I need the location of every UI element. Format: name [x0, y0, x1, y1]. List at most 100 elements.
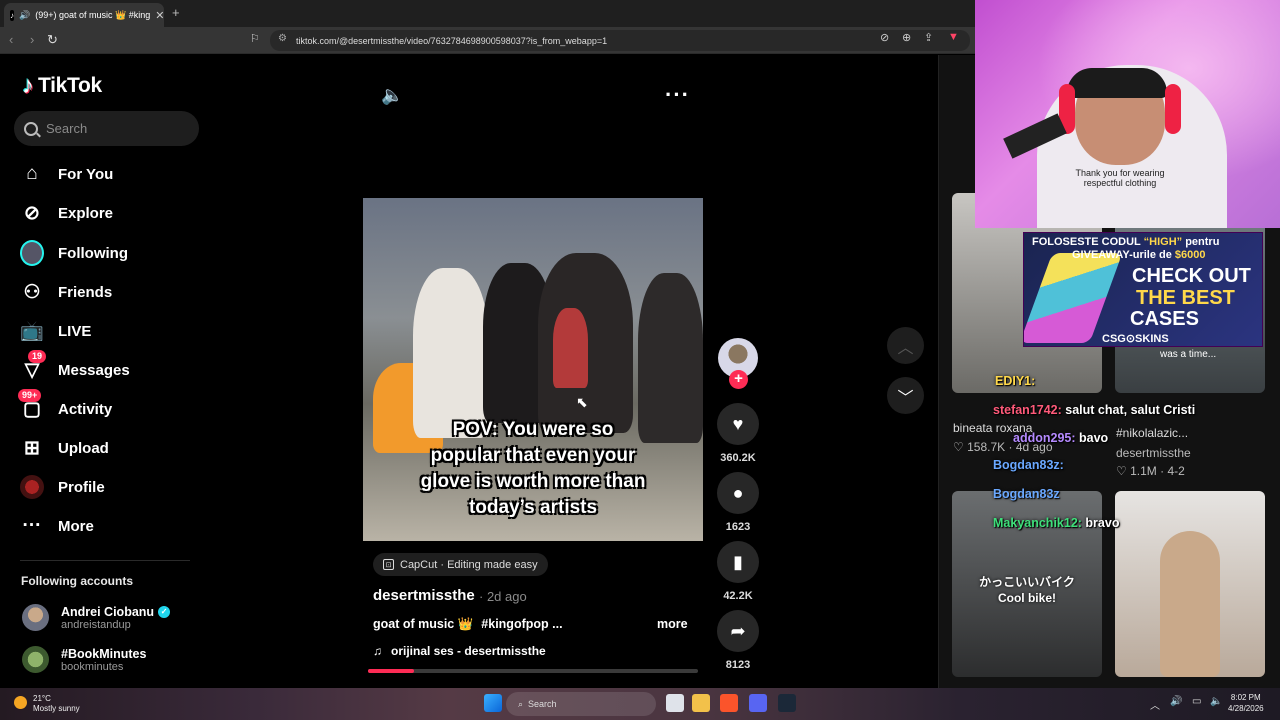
nav-upload[interactable]: ⊞ Upload: [20, 433, 109, 463]
headset-icon: [1165, 84, 1181, 134]
back-icon[interactable]: ‹: [9, 32, 13, 47]
more-dots-icon: ···: [22, 515, 42, 536]
account-item[interactable]: Andrei Ciobanu ✓ andreistandup: [22, 604, 171, 631]
video-figure: [553, 308, 588, 388]
ad-text: FOLOSESTE CODUL: [1032, 236, 1144, 248]
chat-user: stefan1742:: [993, 403, 1062, 417]
steam-icon[interactable]: [778, 694, 796, 712]
nav-following[interactable]: Following: [20, 238, 128, 268]
video-progress-bar[interactable]: [368, 669, 698, 673]
brave-browser-icon[interactable]: [720, 694, 738, 712]
nav-label: LIVE: [58, 322, 92, 340]
tiktok-logo[interactable]: ♪ TikTok: [22, 72, 102, 100]
video-player[interactable]: POV: You were so popular that even your …: [363, 198, 703, 541]
zoom-icon[interactable]: ⊕: [902, 31, 911, 44]
chat-message: Bogdan83z: [993, 487, 1060, 501]
more-options-icon[interactable]: ···: [665, 82, 690, 108]
messages-badge: 19: [28, 350, 47, 363]
ad-text: pentru: [1182, 236, 1220, 248]
tray-chevron-icon[interactable]: ︿: [1150, 697, 1160, 712]
chat-message: stefan1742: salut chat, salut Cristi: [993, 403, 1195, 417]
search-input[interactable]: Search: [14, 111, 199, 146]
chat-text: salut chat, salut Cristi: [1061, 403, 1196, 417]
share-button[interactable]: ➦: [717, 610, 759, 652]
music-link[interactable]: ♫ orijinal ses - desertmissthe: [373, 644, 546, 658]
ad-line-1: FOLOSESTE CODUL “HIGH” pentru: [1032, 236, 1219, 248]
account-item[interactable]: #BookMinutes bookminutes: [22, 646, 146, 673]
nav-label: Messages: [58, 361, 130, 379]
thumb-figure: [1160, 531, 1220, 677]
like-button[interactable]: ♥: [717, 403, 759, 445]
bookmark-icon[interactable]: ⚐: [250, 32, 260, 45]
address-bar[interactable]: ⚙ tiktok.com/@desertmissthe/video/763278…: [270, 30, 970, 51]
video-caption: POV: You were so popular that even your …: [363, 417, 703, 521]
taskbar-search[interactable]: ⌕ Search: [506, 692, 656, 716]
site-info-icon[interactable]: ⚙: [278, 33, 287, 44]
hashtag-link[interactable]: #kingofpop ...: [481, 617, 562, 632]
related-title[interactable]: #nikolalazic...: [1116, 426, 1188, 440]
chat-user: Bogdan83z:: [993, 458, 1064, 472]
ad-headline: THE BEST: [1136, 287, 1235, 309]
weather-widget[interactable]: 21°C Mostly sunny: [14, 694, 80, 714]
bookmark-icon: ▮: [733, 551, 743, 572]
volume-tray-icon[interactable]: 🔊: [1170, 696, 1182, 707]
nav-explore[interactable]: ⊘ Explore: [20, 198, 113, 228]
nav-for-you[interactable]: ⌂ For You: [20, 159, 113, 189]
save-button[interactable]: ▮: [717, 541, 759, 583]
thumb-text: was a time...: [1160, 349, 1217, 360]
nav-live[interactable]: 📺 LIVE: [20, 316, 91, 346]
nav-label: Explore: [58, 204, 114, 222]
nav-friends[interactable]: ⚇ Friends: [20, 277, 112, 307]
nav-more[interactable]: ··· More: [20, 511, 94, 541]
chat-user: EDIY1:: [995, 374, 1036, 388]
network-icon[interactable]: ▭: [1192, 696, 1201, 707]
avatar: [22, 604, 49, 631]
browser-tab[interactable]: ♪ 🔊 (99+) goat of music 👑 #king ✕: [4, 3, 164, 27]
nav-label: Upload: [58, 439, 109, 457]
sun-icon: [14, 696, 27, 709]
file-explorer-icon[interactable]: [692, 694, 710, 712]
ad-line-2: GIVEAWAY-urile de $6000: [1072, 249, 1206, 261]
nav-messages[interactable]: ▽ 19 Messages: [20, 350, 130, 385]
nav-profile[interactable]: Profile: [20, 472, 105, 502]
share-icon[interactable]: ⇪: [924, 31, 933, 44]
next-video-button[interactable]: ﹀: [887, 377, 924, 414]
clock-time: 8:02 PM: [1230, 693, 1261, 702]
volume-icon[interactable]: 🔈: [381, 85, 403, 106]
author-name[interactable]: desertmissthe: [373, 587, 475, 604]
follow-plus-button[interactable]: +: [729, 370, 748, 389]
heart-icon: ♥: [732, 413, 744, 434]
tab-title: (99+) goat of music 👑 #king: [35, 9, 151, 20]
chat-user: Makyanchik12:: [993, 516, 1082, 530]
tab-close-icon[interactable]: ✕: [155, 9, 164, 22]
windows-start-icon[interactable]: [484, 694, 502, 712]
home-icon: ⌂: [26, 163, 38, 184]
mute-icon[interactable]: ⊘: [880, 31, 889, 44]
caption-line: glove is worth more than: [420, 471, 646, 492]
related-video-thumb[interactable]: [1115, 491, 1265, 677]
clock-date: 4/28/2026: [1228, 704, 1264, 713]
account-name: Andrei Ciobanu: [61, 604, 155, 619]
reload-icon[interactable]: ↻: [47, 32, 58, 48]
more-button[interactable]: more: [657, 617, 688, 631]
related-meta: ♡ 1.1M · 4-2: [1116, 464, 1185, 478]
save-count: 42.2K: [723, 590, 753, 602]
caption-line: today’s artists: [468, 497, 598, 518]
discord-icon[interactable]: [749, 694, 767, 712]
task-view-icon[interactable]: [666, 694, 684, 712]
speaker-tray-icon[interactable]: 🔈: [1210, 696, 1222, 707]
related-ago: 4-2: [1167, 464, 1185, 478]
new-tab-button[interactable]: +: [172, 5, 180, 20]
sponsor-ad-banner: FOLOSESTE CODUL “HIGH” pentru GIVEAWAY-u…: [1023, 232, 1263, 347]
forward-icon[interactable]: ›: [30, 32, 34, 47]
previous-video-button[interactable]: ︿: [887, 327, 924, 364]
brave-shield-icon[interactable]: ▼: [948, 31, 959, 43]
music-note-icon: ♫: [373, 644, 382, 658]
clock[interactable]: 8:02 PM 4/28/2026: [1228, 692, 1264, 714]
chat-user: addon295:: [1013, 431, 1076, 445]
comment-button[interactable]: ●: [717, 472, 759, 514]
search-icon: [24, 121, 38, 136]
nav-activity[interactable]: ▢ 99+ Activity: [18, 389, 112, 424]
capcut-tag[interactable]: ⊡ CapCut · Editing made easy: [373, 553, 548, 576]
live-tv-icon: 📺: [20, 321, 44, 342]
